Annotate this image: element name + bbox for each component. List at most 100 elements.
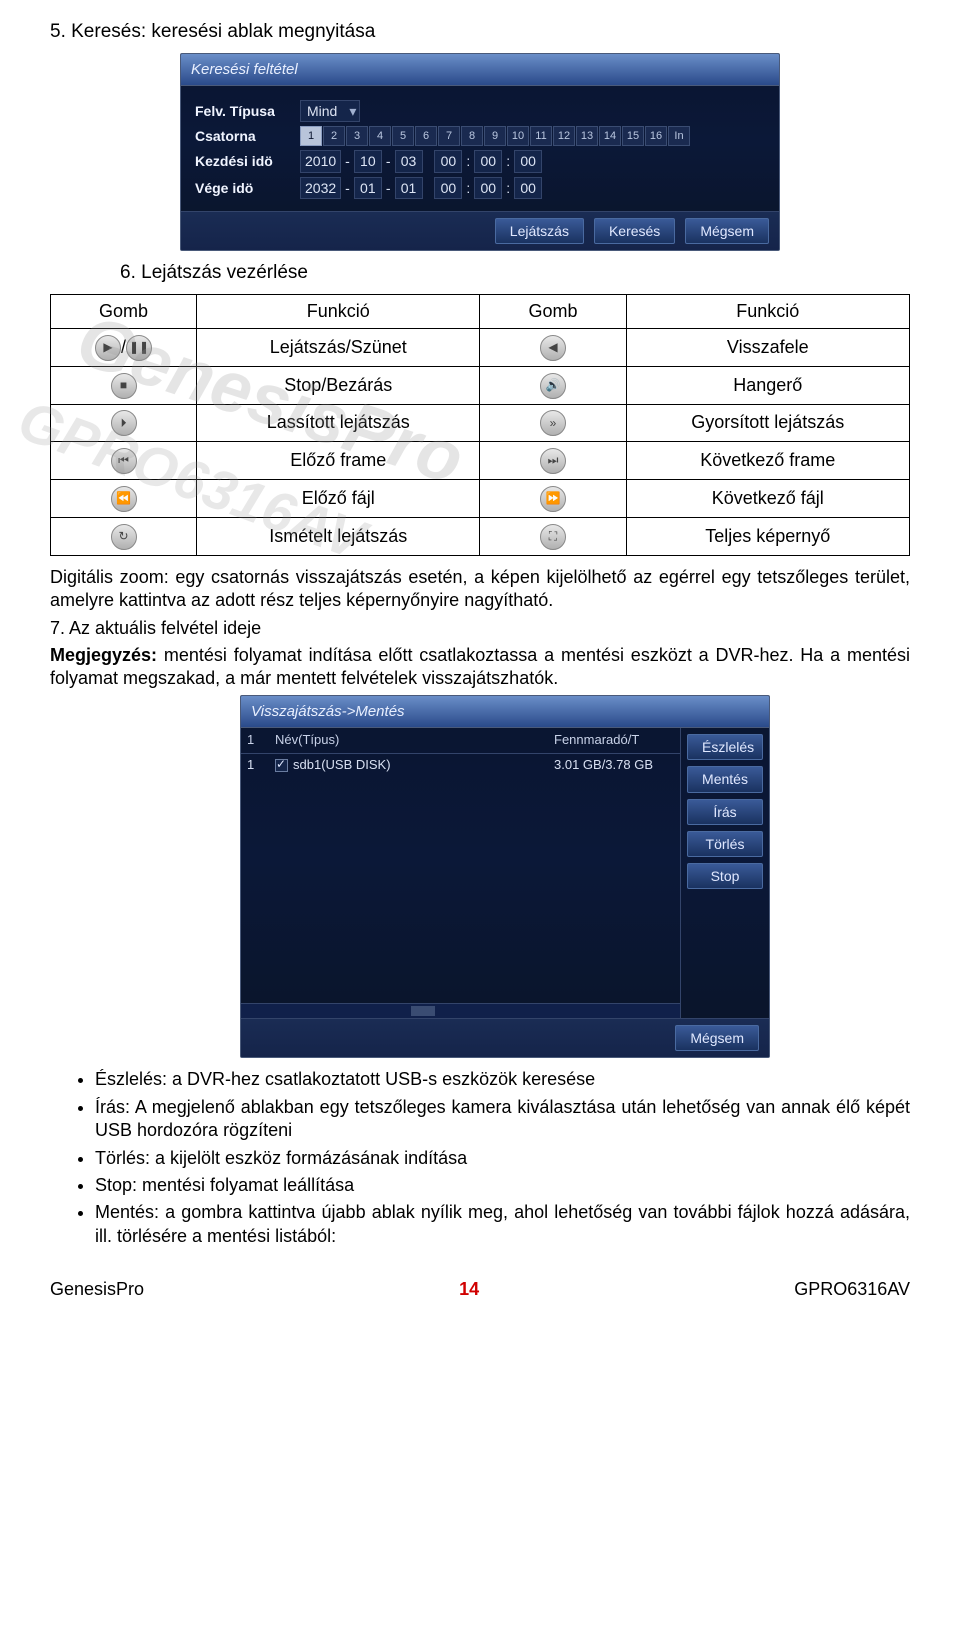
- row-remaining: 3.01 GB/3.78 GB: [554, 757, 674, 774]
- th-function-1: Funkció: [197, 294, 480, 328]
- cell-stop-icon-wrap: ■: [51, 366, 197, 404]
- col-index: 1: [247, 732, 265, 749]
- cell-play-pause: Lejátszás/Szünet: [197, 329, 480, 367]
- device-row[interactable]: 1 sdb1(USB DISK) 3.01 GB/3.78 GB: [241, 754, 680, 777]
- item7-text: 7. Az aktuális felvétel ideje: [50, 617, 910, 640]
- start-datetime[interactable]: 2010 - 10 - 03 00 : 00 : 00: [300, 150, 542, 172]
- cell-nextframe: Következő frame: [626, 442, 910, 480]
- cell-repeat-icon-wrap: ↻: [51, 518, 197, 556]
- cell-nextframe-icon-wrap: ⏭: [480, 442, 626, 480]
- note-label: Megjegyzés:: [50, 645, 157, 665]
- cancel-button[interactable]: Mégsem: [685, 218, 769, 244]
- cell-reverse: Visszafele: [626, 329, 910, 367]
- slow-icon: ⏵: [111, 410, 137, 436]
- playback-controls-table: Gomb Funkció Gomb Funkció ▶ / ❚❚ Lejátsz…: [50, 294, 910, 556]
- footer-page-number: 14: [459, 1278, 479, 1301]
- channel-1[interactable]: 1: [300, 126, 322, 146]
- footer-left: GenesisPro: [50, 1278, 144, 1301]
- cell-slow: Lassított lejátszás: [197, 404, 480, 442]
- write-button[interactable]: Írás: [687, 799, 763, 825]
- next-file-icon: ⏩: [540, 486, 566, 512]
- prev-file-icon: ⏪: [111, 486, 137, 512]
- save-button[interactable]: Mentés: [687, 766, 763, 792]
- note-paragraph: Megjegyzés: mentési folyamat indítása el…: [50, 644, 910, 691]
- end-datetime[interactable]: 2032 - 01 - 01 00 : 00 : 00: [300, 177, 542, 199]
- cell-reverse-icon: ◀: [480, 329, 626, 367]
- bullet-delete: Törlés: a kijelölt eszköz formázásának i…: [95, 1147, 910, 1170]
- cell-repeat: Ismételt lejátszás: [197, 518, 480, 556]
- search-button[interactable]: Keresés: [594, 218, 675, 244]
- cell-fullscreen: Teljes képernyő: [626, 518, 910, 556]
- cell-volume: Hangerő: [626, 366, 910, 404]
- note-text: mentési folyamat indítása előtt csatlako…: [50, 645, 910, 688]
- channel-10[interactable]: 10: [507, 126, 529, 146]
- channel-15[interactable]: 15: [622, 126, 644, 146]
- select-record-type[interactable]: Mind: [300, 100, 360, 122]
- bullet-stop: Stop: mentési folyamat leállítása: [95, 1174, 910, 1197]
- cell-prevframe: Előző frame: [197, 442, 480, 480]
- next-frame-icon: ⏭: [540, 448, 566, 474]
- channel-selector[interactable]: 1 2 3 4 5 6 7 8 9 10 11 12 13 14 15 16 I…: [300, 126, 690, 146]
- channel-14[interactable]: 14: [599, 126, 621, 146]
- cell-fast-icon-wrap: »: [480, 404, 626, 442]
- th-button-1: Gomb: [51, 294, 197, 328]
- cancel-button-2[interactable]: Mégsem: [675, 1025, 759, 1051]
- bullet-write: Írás: A megjelenő ablakban egy tetszőleg…: [95, 1096, 910, 1143]
- cell-prevfile: Előző fájl: [197, 480, 480, 518]
- cell-stop: Stop/Bezárás: [197, 366, 480, 404]
- dvr-search-title: Keresési feltétel: [181, 54, 779, 87]
- bullet-list: Észlelés: a DVR-hez csatlakoztatott USB-…: [95, 1068, 910, 1248]
- label-record-type: Felv. Típusa: [195, 102, 290, 120]
- col-name: Név(Típus): [275, 732, 544, 749]
- row-checkbox[interactable]: [275, 759, 288, 772]
- th-button-2: Gomb: [480, 294, 626, 328]
- prev-frame-icon: ⏮: [111, 448, 137, 474]
- playback-button[interactable]: Lejátszás: [495, 218, 584, 244]
- channel-6[interactable]: 6: [415, 126, 437, 146]
- cell-fullscreen-icon-wrap: ⛶: [480, 518, 626, 556]
- cell-slow-icon-wrap: ⏵: [51, 404, 197, 442]
- channel-7[interactable]: 7: [438, 126, 460, 146]
- bullet-detect: Észlelés: a DVR-hez csatlakoztatott USB-…: [95, 1068, 910, 1091]
- row-name: sdb1(USB DISK): [293, 757, 391, 774]
- dvr-search-dialog: Keresési feltétel Felv. Típusa Mind Csat…: [180, 53, 780, 251]
- bullet-save: Mentés: a gombra kattintva újabb ablak n…: [95, 1201, 910, 1248]
- channel-11[interactable]: 11: [530, 126, 552, 146]
- detect-button[interactable]: Észlelés: [687, 734, 763, 760]
- row-index: 1: [247, 757, 265, 774]
- dvr-backup-dialog: Visszajátszás->Mentés 1 Név(Típus) Fennm…: [240, 695, 770, 1059]
- channel-16[interactable]: 16: [645, 126, 667, 146]
- delete-button[interactable]: Törlés: [687, 831, 763, 857]
- cell-prevfile-icon-wrap: ⏪: [51, 480, 197, 518]
- fast-forward-icon: »: [540, 410, 566, 436]
- stop-button[interactable]: Stop: [687, 863, 763, 889]
- dvr-backup-title: Visszajátszás->Mentés: [241, 696, 769, 729]
- channel-13[interactable]: 13: [576, 126, 598, 146]
- reverse-icon: ◀: [540, 335, 566, 361]
- section5-heading: 5. Keresés: keresési ablak megnyitása: [50, 20, 910, 45]
- digital-zoom-text: Digitális zoom: egy csatornás visszajáts…: [50, 566, 910, 613]
- cell-nextfile: Következő fájl: [626, 480, 910, 518]
- channel-9[interactable]: 9: [484, 126, 506, 146]
- channel-5[interactable]: 5: [392, 126, 414, 146]
- pause-icon: ❚❚: [126, 335, 152, 361]
- cell-play-pause-icon: ▶ / ❚❚: [51, 329, 197, 367]
- section6-heading: 6. Lejátszás vezérlése: [120, 261, 910, 286]
- channel-in[interactable]: In: [668, 126, 690, 146]
- label-start-time: Kezdési idö: [195, 152, 290, 170]
- channel-2[interactable]: 2: [323, 126, 345, 146]
- stop-icon: ■: [111, 373, 137, 399]
- col-remaining: Fennmaradó/T: [554, 732, 674, 749]
- channel-3[interactable]: 3: [346, 126, 368, 146]
- cell-nextfile-icon-wrap: ⏩: [480, 480, 626, 518]
- th-function-2: Funkció: [626, 294, 910, 328]
- cell-prevframe-icon-wrap: ⏮: [51, 442, 197, 480]
- cell-volume-icon-wrap: 🔊: [480, 366, 626, 404]
- footer-right: GPRO6316AV: [794, 1278, 910, 1301]
- channel-4[interactable]: 4: [369, 126, 391, 146]
- fullscreen-icon: ⛶: [540, 524, 566, 550]
- label-end-time: Vége idö: [195, 179, 290, 197]
- channel-12[interactable]: 12: [553, 126, 575, 146]
- channel-8[interactable]: 8: [461, 126, 483, 146]
- horizontal-scrollbar[interactable]: [241, 1003, 680, 1018]
